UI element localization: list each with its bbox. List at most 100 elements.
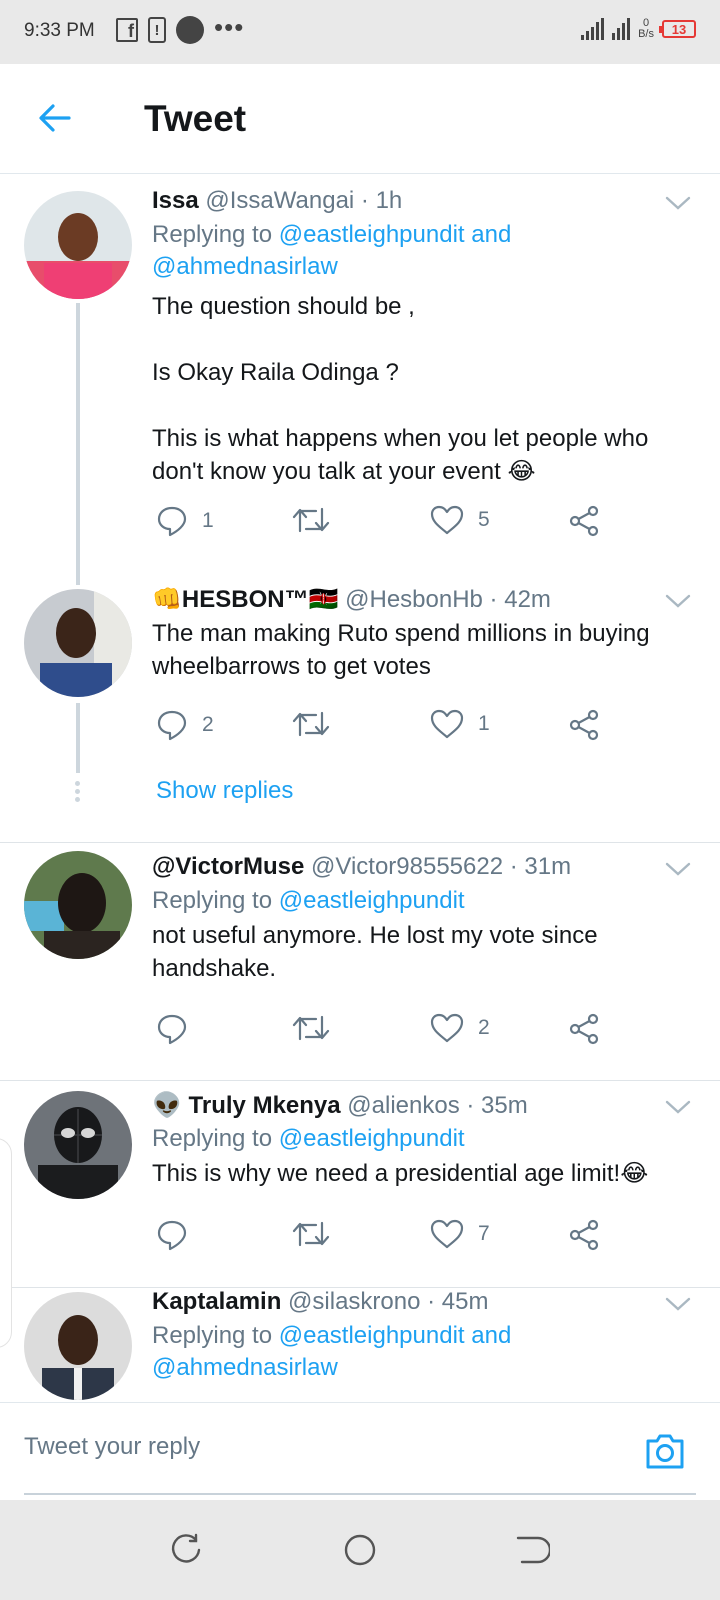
heart-icon (430, 1013, 464, 1043)
author-handle: @HesbonHb · 42m (345, 586, 551, 613)
battery-alert-icon: ! (148, 17, 166, 43)
author-name[interactable]: @VictorMuse (152, 853, 304, 880)
reply-icon (157, 1014, 187, 1045)
camera-icon[interactable] (644, 1431, 686, 1471)
thread-line (76, 303, 80, 585)
like-button[interactable]: 2 (430, 1013, 490, 1043)
replying-to: Replying to @eastleighpundit and @ahmedn… (152, 1322, 512, 1381)
reply-input[interactable]: Tweet your reply (24, 1433, 200, 1461)
mention-link[interactable]: @eastleighpundit (279, 1125, 465, 1152)
share-button[interactable] (568, 1013, 600, 1045)
retweet-button[interactable] (292, 1013, 344, 1043)
heart-icon (430, 1219, 464, 1249)
like-button[interactable]: 5 (430, 505, 490, 535)
like-button[interactable]: 7 (430, 1219, 490, 1249)
share-icon (569, 709, 599, 741)
notification-dot-icon (176, 16, 204, 44)
share-button[interactable] (568, 505, 600, 537)
tweet-text: This is why we need a presidential age l… (152, 1160, 649, 1187)
tweet-text: The man making Ruto spend millions in bu… (152, 620, 650, 680)
avatar[interactable] (24, 589, 132, 697)
tweet-truly-mkenya[interactable]: 👽 Truly Mkenya @alienkos · 35m Replying … (0, 1081, 720, 1281)
mention-link[interactable]: @ahmednasirlaw (152, 1354, 338, 1381)
more-notifications-icon: ••• (214, 12, 245, 42)
tweet-text: not useful anymore. He lost my vote sinc… (152, 922, 598, 982)
chevron-down-icon[interactable] (664, 591, 692, 611)
author-handle: @silaskrono · 45m (288, 1288, 489, 1315)
mention-link[interactable]: @ahmednasirlaw (152, 253, 338, 280)
signal-strength-2-icon (612, 18, 631, 40)
replies-feed[interactable]: Issa @IssaWangai · 1h Replying to @eastl… (0, 175, 720, 1402)
reply-button[interactable]: 1 (156, 505, 214, 537)
share-button[interactable] (568, 1219, 600, 1251)
replying-to: Replying to @eastleighpundit (152, 1125, 465, 1152)
replying-to: Replying to @eastleighpundit and @ahmedn… (152, 221, 512, 280)
recent-apps-button[interactable] (168, 1532, 204, 1568)
battery-icon: 13 (659, 20, 696, 38)
app-header: Tweet (0, 64, 720, 174)
show-replies-link[interactable]: Show replies (156, 777, 293, 805)
system-nav-bar (0, 1500, 720, 1600)
author-handle: @IssaWangai · 1h (205, 187, 403, 214)
replying-to: Replying to @eastleighpundit (152, 887, 465, 914)
share-icon (569, 1013, 599, 1045)
share-icon (569, 505, 599, 537)
retweet-icon (292, 507, 330, 533)
mention-link[interactable]: @eastleighpundit (279, 1322, 465, 1349)
heart-icon (430, 709, 464, 739)
reply-composer: Tweet your reply (0, 1402, 720, 1500)
author-handle: @alienkos · 35m (347, 1092, 528, 1119)
reply-button[interactable] (156, 1219, 202, 1251)
status-bar: 9:33 PM f ! ••• 0 B/s 13 (0, 0, 720, 64)
like-button[interactable]: 1 (430, 709, 490, 739)
facebook-notification-icon: f (116, 18, 138, 42)
side-panel-edge[interactable] (0, 1138, 12, 1348)
reply-icon (157, 506, 187, 537)
tweet-actions: 2 (152, 1013, 632, 1049)
heart-icon (430, 505, 464, 535)
retweet-icon (292, 1221, 330, 1247)
author-name[interactable]: 👽 Truly Mkenya (152, 1092, 341, 1119)
signal-strength-icon (581, 18, 605, 40)
network-speed: 0 B/s (638, 17, 654, 40)
share-icon (569, 1219, 599, 1251)
tweet-text: The question should be , Is Okay Raila O… (152, 293, 649, 485)
avatar[interactable] (24, 851, 132, 959)
reply-button[interactable] (156, 1013, 202, 1045)
back-arrow-icon (39, 104, 71, 132)
tweet-victormuse[interactable]: @VictorMuse @Victor98555622 · 31m Replyi… (0, 843, 720, 1075)
tweet-issa[interactable]: Issa @IssaWangai · 1h Replying to @eastl… (0, 175, 720, 585)
tweet-actions: 1 5 (152, 505, 632, 541)
avatar[interactable] (24, 1292, 132, 1400)
home-button[interactable] (342, 1532, 378, 1568)
share-button[interactable] (568, 709, 600, 741)
tweet-kaptalamin[interactable]: Kaptalamin @silaskrono · 45m Replying to… (0, 1288, 720, 1402)
chevron-down-icon[interactable] (664, 859, 692, 879)
avatar[interactable] (24, 1091, 132, 1199)
tweet-actions: 2 1 (152, 709, 632, 745)
reply-button[interactable]: 2 (156, 709, 214, 741)
retweet-button[interactable] (292, 1219, 344, 1249)
status-time: 9:33 PM (24, 20, 95, 41)
retweet-icon (292, 1015, 330, 1041)
reply-icon (157, 1220, 187, 1251)
chevron-down-icon[interactable] (664, 1097, 692, 1117)
retweet-button[interactable] (292, 505, 344, 535)
tweet-hesbon[interactable]: 👊HESBON™🇰🇪 @HesbonHb · 42m The man makin… (0, 585, 720, 835)
author-name[interactable]: Kaptalamin (152, 1288, 281, 1315)
back-button[interactable] (34, 98, 74, 138)
author-name[interactable]: 👊HESBON™🇰🇪 (152, 586, 338, 613)
back-nav-button[interactable] (514, 1532, 550, 1568)
retweet-button[interactable] (292, 709, 344, 739)
reply-icon (157, 710, 187, 741)
chevron-down-icon[interactable] (664, 1294, 692, 1314)
mention-link[interactable]: @eastleighpundit (279, 221, 465, 248)
chevron-down-icon[interactable] (664, 193, 692, 213)
author-handle: @Victor98555622 · 31m (311, 853, 572, 880)
page-title: Tweet (144, 98, 247, 139)
thread-line (76, 703, 80, 773)
mention-link[interactable]: @eastleighpundit (279, 887, 465, 914)
author-name[interactable]: Issa (152, 187, 199, 214)
avatar[interactable] (24, 191, 132, 299)
retweet-icon (292, 711, 330, 737)
